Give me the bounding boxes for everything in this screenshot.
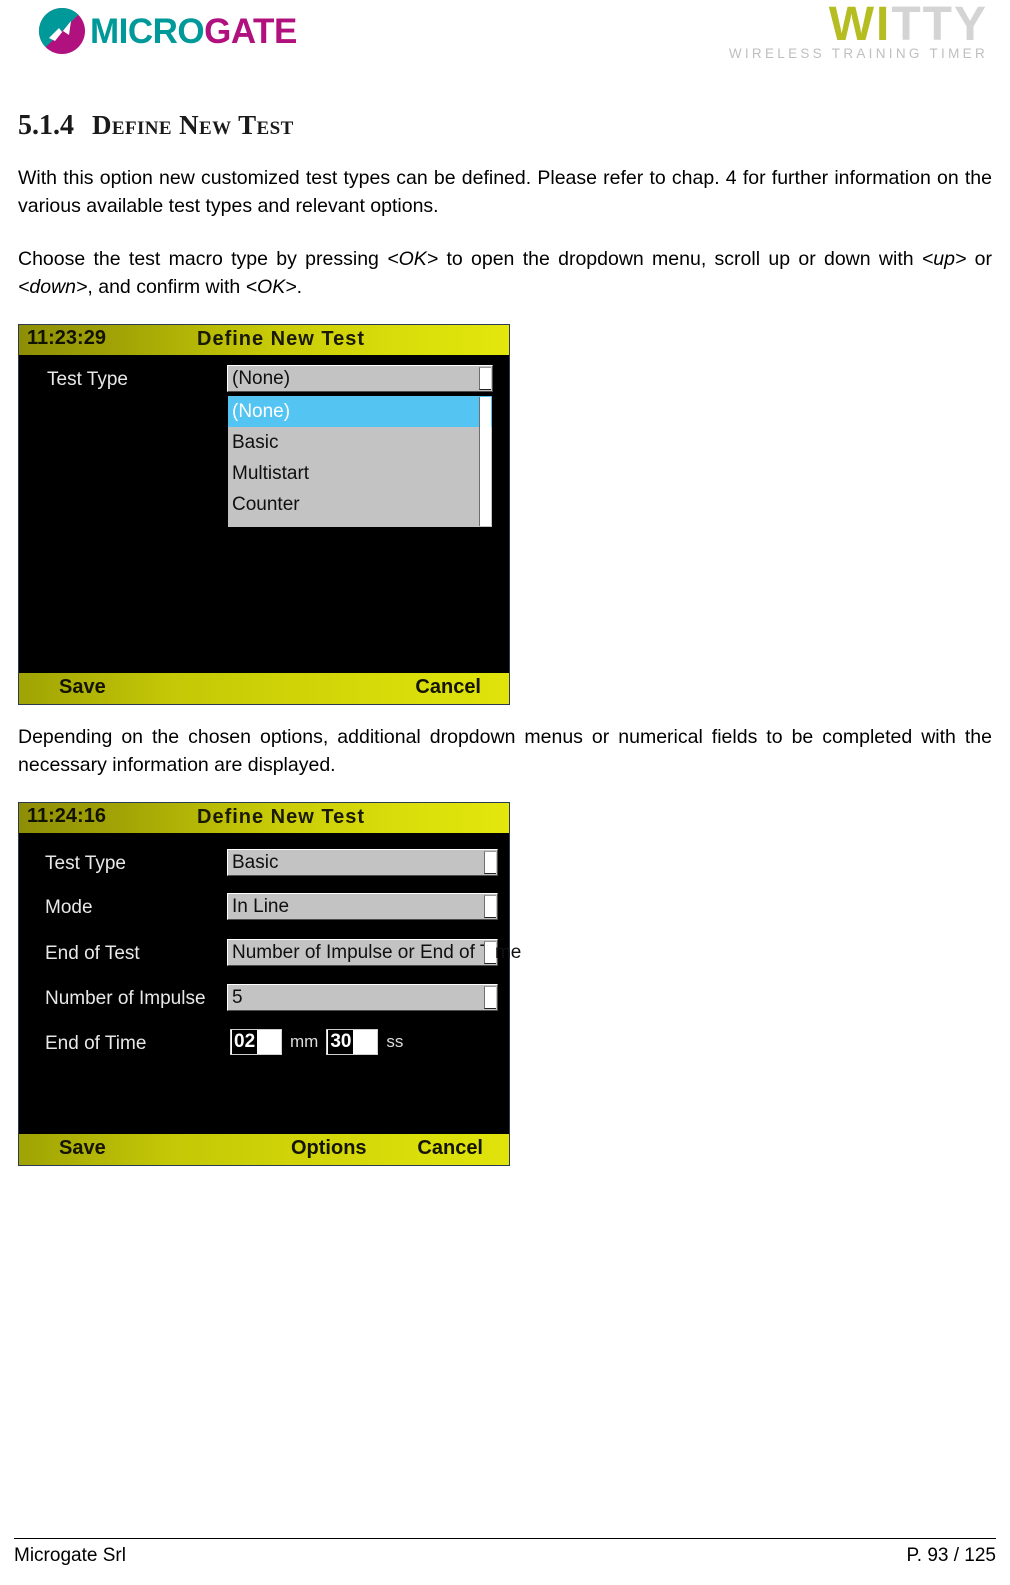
device1-save-button[interactable]: Save	[59, 676, 106, 699]
footer-company: Microgate Srl	[14, 1545, 126, 1566]
device2-save-button[interactable]: Save	[59, 1137, 106, 1160]
device1-soft-key-bar: Save Cancel	[19, 672, 509, 704]
device1-field-test-type-label-row: Test Type	[47, 369, 128, 391]
witty-tagline: WIRELESS TRAINING TIMER	[728, 46, 988, 62]
microgate-word-micro: MICRO	[90, 11, 205, 51]
device2-test-type-combobox[interactable]: Basic	[227, 848, 498, 876]
device2-number-of-impulse-combobox[interactable]: 5	[227, 983, 498, 1011]
device2-end-of-time-group: 02 mm 30 ss	[230, 1028, 411, 1055]
device2-options-button[interactable]: Options	[291, 1137, 367, 1160]
witty-wordmark: WITTY	[688, 0, 988, 50]
device2-number-of-impulse-value: 5	[232, 986, 243, 1008]
device2-label-test-type: Test Type	[45, 852, 126, 874]
footer-page-number: P. 93 / 125	[906, 1545, 996, 1566]
device2-mode-value: In Line	[232, 895, 290, 917]
page-header: MICROGATE WITTY WIRELESS TRAINING TIMER	[14, 0, 996, 72]
witty-logo: WITTY WIRELESS TRAINING TIMER	[688, 0, 988, 61]
device2-label-number-of-impulse: Number of Impulse	[45, 987, 206, 1009]
device2-test-type-scrollbar[interactable]	[484, 850, 496, 874]
dropdown-option-multistart[interactable]: Multistart	[228, 458, 492, 489]
document-page: MICROGATE WITTY WIRELESS TRAINING TIMER …	[0, 0, 1010, 1585]
section-number: 5.1.4	[18, 110, 74, 141]
paragraph-depending: Depending on the chosen options, additio…	[18, 725, 992, 777]
footer-divider	[14, 1538, 996, 1539]
dropdown-option-basic[interactable]: Basic	[228, 427, 492, 458]
instr-text-e: .	[296, 276, 303, 299]
instr-text-c: or	[966, 247, 992, 270]
device2-clock: 11:24:16	[27, 804, 106, 827]
device2-title-bar: 11:24:16 Define New Test	[19, 802, 509, 833]
key-down: <down>	[18, 276, 88, 299]
device1-title-bar: 11:23:29 Define New Test	[19, 324, 509, 355]
device2-test-type-value: Basic	[232, 851, 279, 873]
instr-text-d: , and confirm with	[87, 276, 246, 299]
paragraph-intro: With this option new customized test typ…	[18, 167, 992, 218]
device2-minutes-unit: mm	[290, 1031, 319, 1051]
device1-test-type-dropdown-list[interactable]: (None) Basic Multistart Counter	[227, 394, 493, 528]
device2-end-of-test-scrollbar[interactable]	[484, 940, 496, 964]
device1-test-type-combobox[interactable]: (None)	[227, 364, 493, 392]
device2-seconds-input[interactable]: 30	[326, 1028, 379, 1055]
dropdown-option-none[interactable]: (None)	[228, 395, 492, 427]
device2-mode-scrollbar[interactable]	[484, 894, 496, 918]
microgate-logo: MICROGATE	[38, 6, 297, 56]
device-screenshot-dropdown-open: 11:23:29 Define New Test Test Type (None…	[18, 323, 510, 705]
device2-minutes-value: 02	[232, 1029, 258, 1054]
instr-text-a: Choose the test macro type by pressing	[18, 247, 388, 270]
device1-test-type-value: (None)	[232, 367, 291, 389]
device2-seconds-unit: ss	[386, 1031, 404, 1051]
key-up: <up>	[921, 247, 967, 270]
device2-seconds-value: 30	[328, 1029, 354, 1054]
device2-end-of-test-combobox[interactable]: Number of Impulse or End of Time	[227, 938, 521, 966]
device2-number-of-impulse-scrollbar[interactable]	[484, 985, 496, 1009]
device2-label-end-of-time: End of Time	[45, 1032, 147, 1054]
key-ok-2: <OK>	[245, 276, 297, 299]
device1-screen-body: Test Type (None) (None) Basic Multistart…	[19, 354, 509, 673]
device2-cancel-button[interactable]: Cancel	[417, 1137, 483, 1160]
device2-label-end-of-test: End of Test	[45, 942, 140, 964]
device2-soft-key-bar: Save Options Cancel	[19, 1133, 509, 1165]
device1-dropdown-scrollbar[interactable]	[479, 396, 491, 526]
page-footer: Microgate Srl P. 93 / 125	[14, 1538, 996, 1567]
microgate-word-gate: GATE	[204, 11, 297, 51]
instr-text-b: to open the dropdown menu, scroll up or …	[438, 247, 922, 270]
witty-word-tty: TTY	[891, 0, 988, 51]
device1-combobox-scrollbar[interactable]	[479, 366, 491, 390]
device1-label-test-type: Test Type	[47, 368, 128, 390]
microgate-circle-mark-icon	[38, 7, 86, 55]
device-screenshot-basic-form: 11:24:16 Define New Test Test Type Basic…	[18, 801, 521, 1166]
device2-end-of-test-value: Number of Impulse or End of Time	[232, 941, 522, 963]
device2-mode-combobox[interactable]: In Line	[227, 892, 498, 920]
dropdown-option-counter[interactable]: Counter	[228, 489, 492, 520]
section-title: Define New Test	[92, 110, 294, 140]
device1-cancel-button[interactable]: Cancel	[415, 676, 481, 699]
key-ok-1: <OK>	[387, 247, 439, 270]
witty-word-wi: WI	[828, 0, 892, 51]
device2-label-mode: Mode	[45, 896, 93, 918]
device2-screen-body: Test Type Basic Mode In Line End of Test…	[19, 832, 521, 1134]
section-heading: 5.1.4 Define New Test	[18, 110, 996, 142]
device2-minutes-input[interactable]: 02	[230, 1028, 282, 1055]
microgate-wordmark: MICROGATE	[90, 14, 297, 49]
device1-clock: 11:23:29	[27, 326, 106, 349]
paragraph-instructions: Choose the test macro type by pressing <…	[18, 245, 992, 302]
